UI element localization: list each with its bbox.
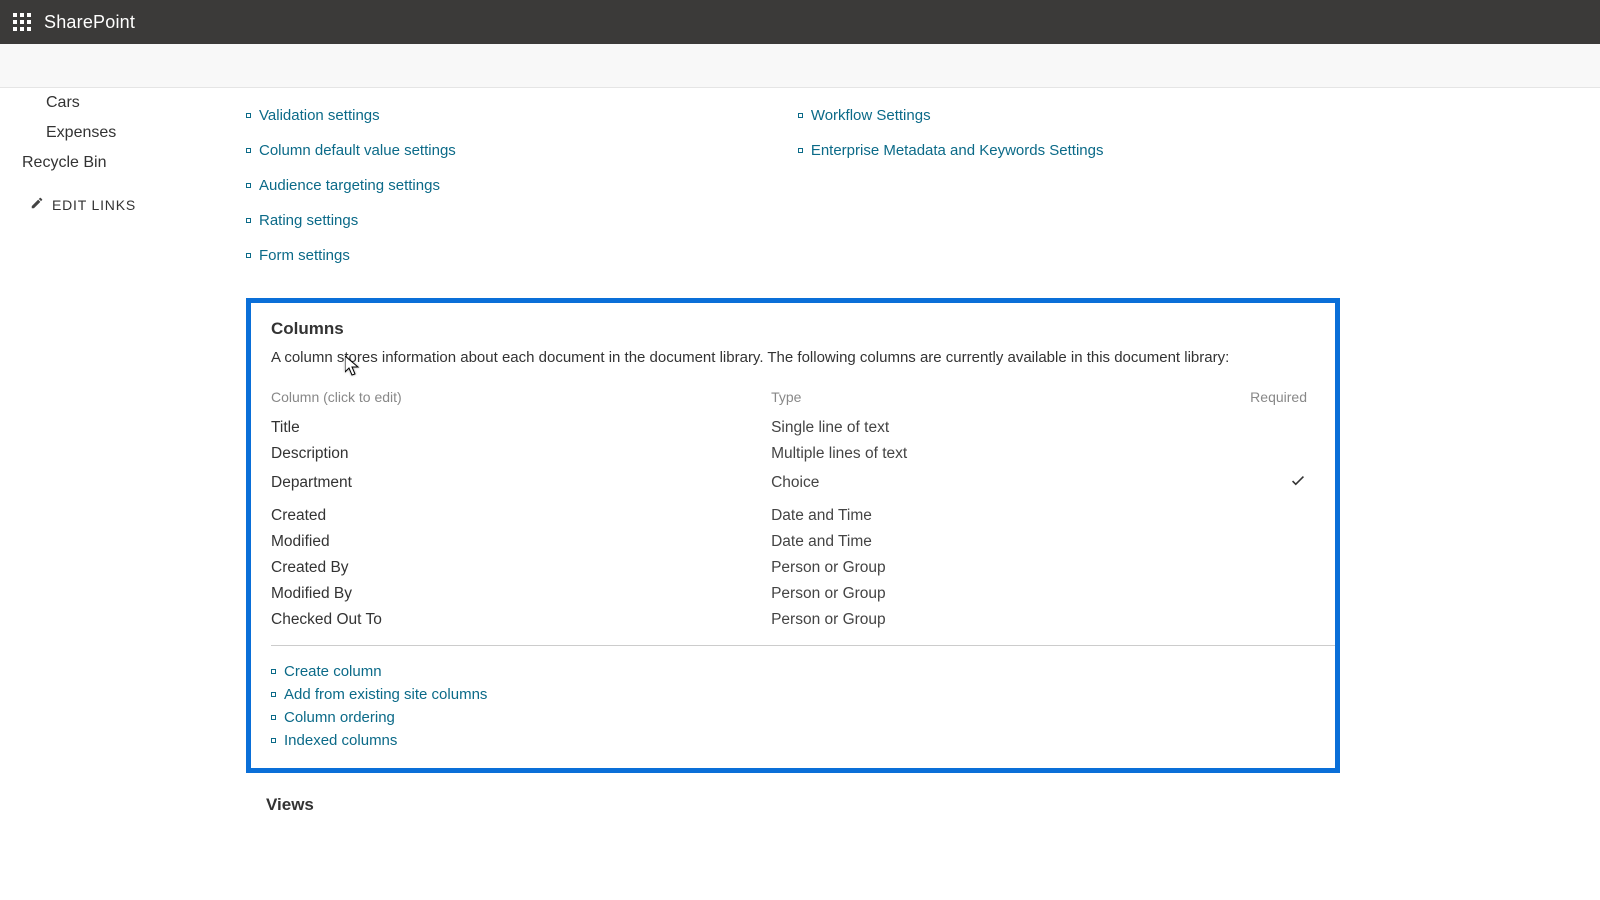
sidenav: Cars Expenses Recycle Bin EDIT LINKS — [0, 88, 220, 900]
sidenav-item-expenses[interactable]: Expenses — [0, 118, 220, 148]
pencil-icon — [30, 196, 44, 213]
link-indexed-columns[interactable]: Indexed columns — [284, 732, 397, 749]
suite-bar: SharePoint — [0, 0, 1600, 44]
columns-section-highlight: Columns A column stores information abou… — [246, 298, 1340, 773]
brand-label: SharePoint — [44, 12, 135, 33]
columns-desc: A column stores information about each d… — [271, 349, 1335, 366]
link-validation-settings[interactable]: Validation settings — [259, 107, 380, 124]
bullet-icon — [246, 183, 251, 188]
column-name-cell[interactable]: Title — [271, 415, 771, 441]
ribbon-spacer — [0, 44, 1600, 88]
sidenav-item-cars[interactable]: Cars — [0, 88, 220, 118]
link-workflow-settings[interactable]: Workflow Settings — [811, 107, 931, 124]
content: Validation settings Column default value… — [220, 88, 1600, 900]
columns-title: Columns — [271, 319, 1335, 339]
link-add-existing-columns[interactable]: Add from existing site columns — [284, 686, 487, 703]
column-name-cell[interactable]: Checked Out To — [271, 607, 771, 633]
col-head-type: Type — [771, 384, 1118, 415]
column-name-cell[interactable]: Department — [271, 467, 771, 498]
bullet-icon — [798, 148, 803, 153]
bullet-icon — [246, 113, 251, 118]
edit-links-label: EDIT LINKS — [52, 197, 136, 213]
edit-links-button[interactable]: EDIT LINKS — [0, 178, 220, 219]
link-column-ordering[interactable]: Column ordering — [284, 709, 395, 726]
column-required-cell — [1118, 581, 1335, 607]
bullet-icon — [246, 148, 251, 153]
column-required-cell — [1118, 467, 1335, 498]
check-icon — [1289, 476, 1307, 493]
columns-table: Column (click to edit) Type Required Tit… — [271, 384, 1335, 633]
bullet-icon — [271, 692, 276, 697]
column-type-cell: Date and Time — [771, 498, 1118, 529]
table-row: DepartmentChoice — [271, 467, 1335, 498]
link-form-settings[interactable]: Form settings — [259, 247, 350, 264]
link-column-default-value-settings[interactable]: Column default value settings — [259, 142, 456, 159]
column-type-cell: Multiple lines of text — [771, 441, 1118, 467]
link-create-column[interactable]: Create column — [284, 663, 382, 680]
bullet-icon — [246, 218, 251, 223]
column-name-cell[interactable]: Modified — [271, 529, 771, 555]
bullet-icon — [271, 738, 276, 743]
column-required-cell — [1118, 441, 1335, 467]
app-launcher-icon[interactable] — [0, 0, 44, 44]
bullet-icon — [246, 253, 251, 258]
table-row: Created ByPerson or Group — [271, 555, 1335, 581]
column-required-cell — [1118, 529, 1335, 555]
column-type-cell: Date and Time — [771, 529, 1118, 555]
bullet-icon — [271, 669, 276, 674]
column-type-cell: Choice — [771, 467, 1118, 498]
col-head-name: Column (click to edit) — [271, 384, 771, 415]
columns-actions: Create column Add from existing site col… — [271, 645, 1335, 752]
table-row: Checked Out ToPerson or Group — [271, 607, 1335, 633]
table-row: TitleSingle line of text — [271, 415, 1335, 441]
views-title: Views — [246, 795, 1340, 815]
table-row: CreatedDate and Time — [271, 498, 1335, 529]
column-required-cell — [1118, 498, 1335, 529]
column-name-cell[interactable]: Created — [271, 498, 771, 529]
link-enterprise-metadata-settings[interactable]: Enterprise Metadata and Keywords Setting… — [811, 142, 1104, 159]
bullet-icon — [271, 715, 276, 720]
sidenav-item-recycle-bin[interactable]: Recycle Bin — [0, 148, 220, 178]
column-type-cell: Person or Group — [771, 607, 1118, 633]
column-required-cell — [1118, 555, 1335, 581]
column-type-cell: Person or Group — [771, 555, 1118, 581]
column-required-cell — [1118, 415, 1335, 441]
column-name-cell[interactable]: Created By — [271, 555, 771, 581]
table-row: DescriptionMultiple lines of text — [271, 441, 1335, 467]
column-type-cell: Single line of text — [771, 415, 1118, 441]
column-name-cell[interactable]: Description — [271, 441, 771, 467]
column-type-cell: Person or Group — [771, 581, 1118, 607]
column-required-cell — [1118, 607, 1335, 633]
col-head-required: Required — [1118, 384, 1335, 415]
link-rating-settings[interactable]: Rating settings — [259, 212, 358, 229]
general-settings-links: Validation settings Column default value… — [246, 98, 1340, 273]
link-audience-targeting-settings[interactable]: Audience targeting settings — [259, 177, 440, 194]
bullet-icon — [798, 113, 803, 118]
table-row: Modified ByPerson or Group — [271, 581, 1335, 607]
table-row: ModifiedDate and Time — [271, 529, 1335, 555]
column-name-cell[interactable]: Modified By — [271, 581, 771, 607]
